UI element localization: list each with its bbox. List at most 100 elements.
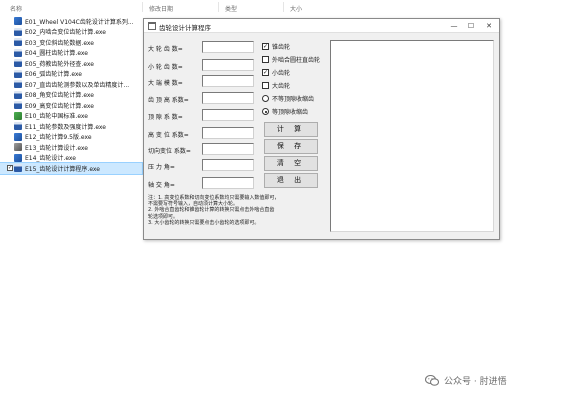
parameter-input[interactable]: [202, 59, 254, 71]
radio-button[interactable]: [262, 95, 269, 102]
field-label: 齿 顶 高 系数=: [148, 97, 189, 104]
exe-icon: [14, 59, 22, 68]
option-checkbox[interactable]: 大齿轮: [262, 81, 290, 90]
checkbox[interactable]: [262, 56, 269, 63]
explorer-column-header: 名称 修改日期 类型 大小: [0, 0, 586, 14]
column-divider[interactable]: [142, 2, 143, 12]
app-icon-blue: [14, 153, 22, 162]
exe-icon: [14, 48, 22, 57]
file-row[interactable]: E05_荷教齿轮外径查.exe: [0, 58, 142, 69]
file-name: E02_内啮合变位齿轮计算.exe: [25, 29, 106, 37]
file-name: E09_高变位齿轮计算.exe: [25, 102, 94, 110]
parameter-input[interactable]: [202, 109, 254, 121]
field-label: 大 端 模 数=: [148, 80, 183, 87]
parameter-input[interactable]: [202, 92, 254, 104]
file-row[interactable]: E04_圆柱齿轮计算.exe: [0, 48, 142, 59]
file-row[interactable]: E09_高变位齿轮计算.exe: [0, 100, 142, 111]
option-checkbox[interactable]: ✓ 锥齿轮: [262, 42, 290, 51]
file-row[interactable]: E14_齿轮设计.exe: [0, 153, 142, 164]
gear-calculator-dialog: 齿轮设计计算程序 — ☐ ✕ 大 轮 齿 数= 小 轮 齿 数= 大 端 模 数= 齿…: [143, 18, 500, 240]
parameter-input[interactable]: [202, 159, 254, 171]
dialog-titlebar[interactable]: 齿轮设计计算程序 — ☐ ✕: [144, 19, 499, 33]
exe-icon: [14, 164, 22, 173]
file-row[interactable]: E10_齿轮中国标准.exe: [0, 111, 142, 122]
field-label: 大 轮 齿 数=: [148, 46, 183, 53]
file-row[interactable]: ✓ E15_齿轮设计计算程序.exe: [0, 162, 143, 175]
save-button[interactable]: 保 存: [264, 139, 318, 154]
exe-icon: [14, 38, 22, 47]
option-label: 锥齿轮: [272, 44, 291, 51]
parameter-input[interactable]: [202, 41, 254, 53]
exit-button[interactable]: 退 出: [264, 173, 318, 188]
column-divider[interactable]: [283, 2, 284, 12]
file-name: E06_弧齿轮计算.exe: [25, 71, 82, 79]
maximize-button[interactable]: ☐: [463, 20, 479, 32]
tools-icon: [14, 143, 22, 152]
column-modified-date[interactable]: 修改日期: [149, 4, 173, 13]
file-name: E12_齿轮计算9.5版.exe: [25, 134, 92, 142]
option-label: 不等顶隙收缩齿: [272, 96, 315, 103]
file-row[interactable]: E02_内啮合变位齿轮计算.exe: [0, 27, 142, 38]
file-name: E10_齿轮中国标准.exe: [25, 113, 88, 121]
calculate-button[interactable]: 计 算: [264, 122, 318, 137]
file-name: E14_齿轮设计.exe: [25, 155, 76, 163]
file-name: E08_角变位齿轮计算.exe: [25, 92, 94, 100]
results-textbox[interactable]: [330, 40, 494, 232]
file-row[interactable]: E08_角变位齿轮计算.exe: [0, 90, 142, 101]
file-checkbox[interactable]: ✓: [7, 165, 13, 172]
column-name[interactable]: 名称: [10, 4, 22, 13]
field-label: 顶 隙 系 数=: [148, 114, 183, 121]
option-label: 大齿轮: [272, 83, 291, 90]
option-label: 外啮合圆柱直齿轮: [272, 57, 321, 64]
option-radio[interactable]: 不等顶隙收缩齿: [262, 94, 314, 103]
parameter-input[interactable]: [202, 127, 254, 139]
file-row[interactable]: E11_齿轮参数及强度计算.exe: [0, 121, 142, 132]
option-label: 小齿轮: [272, 70, 291, 77]
field-label: 压 力 角=: [148, 164, 175, 171]
field-label: 高 变 位 系数=: [148, 132, 189, 139]
option-radio[interactable]: 等顶隙收缩齿: [262, 107, 308, 116]
clear-button[interactable]: 清 空: [264, 156, 318, 171]
checkbox[interactable]: [262, 82, 269, 89]
minimize-button[interactable]: —: [446, 20, 462, 32]
window-icon: [148, 22, 156, 30]
file-name: E11_齿轮参数及强度计算.exe: [25, 123, 106, 131]
exe-icon: [14, 69, 22, 78]
file-row[interactable]: E07_直齿齿轮测参数以及单齿精度计...: [0, 79, 142, 90]
file-row[interactable]: E06_弧齿轮计算.exe: [0, 69, 142, 80]
field-label: 切向变位 系数=: [148, 148, 191, 155]
option-checkbox[interactable]: 外啮合圆柱直齿轮: [262, 55, 320, 64]
file-name: E05_荷教齿轮外径查.exe: [25, 60, 94, 68]
checkbox[interactable]: ✓: [262, 69, 269, 76]
field-label: 轴 交 角=: [148, 182, 175, 189]
file-name: E15_齿轮设计计算程序.exe: [25, 165, 100, 173]
app-icon-blue: [14, 17, 22, 26]
column-type[interactable]: 类型: [225, 4, 237, 13]
file-row[interactable]: E01_Wheel V104C齿轮设计计算系列...: [0, 16, 142, 27]
field-label: 小 轮 齿 数=: [148, 64, 183, 71]
parameter-input[interactable]: [202, 75, 254, 87]
file-name: E03_变位斜齿轮数据.exe: [25, 39, 94, 47]
file-name: E01_Wheel V104C齿轮设计计算系列...: [25, 18, 134, 26]
wechat-icon: [425, 375, 439, 386]
option-checkbox[interactable]: ✓ 小齿轮: [262, 68, 290, 77]
dialog-title: 齿轮设计计算程序: [159, 24, 211, 32]
app-icon-green: [14, 111, 22, 120]
close-button[interactable]: ✕: [481, 20, 497, 32]
file-list: E01_Wheel V104C齿轮设计计算系列... E02_内啮合变位齿轮计算.…: [0, 16, 143, 175]
column-size[interactable]: 大小: [290, 4, 302, 13]
checkbox[interactable]: ✓: [262, 43, 269, 50]
file-name: E04_圆柱齿轮计算.exe: [25, 50, 88, 58]
column-divider[interactable]: [218, 2, 219, 12]
parameter-input[interactable]: [202, 177, 254, 189]
file-row[interactable]: E13_齿轮计算设计.exe: [0, 142, 142, 153]
app-icon-blue: [14, 132, 22, 141]
radio-button[interactable]: [262, 108, 269, 115]
file-row[interactable]: E03_变位斜齿轮数据.exe: [0, 37, 142, 48]
parameter-input[interactable]: [202, 143, 254, 155]
file-row[interactable]: E12_齿轮计算9.5版.exe: [0, 132, 142, 143]
watermark-text: 公众号 · 肘进悟: [444, 377, 507, 387]
exe-icon: [14, 90, 22, 99]
watermark: 公众号 · 肘进悟: [425, 374, 507, 387]
option-label: 等顶隙收缩齿: [272, 109, 309, 116]
